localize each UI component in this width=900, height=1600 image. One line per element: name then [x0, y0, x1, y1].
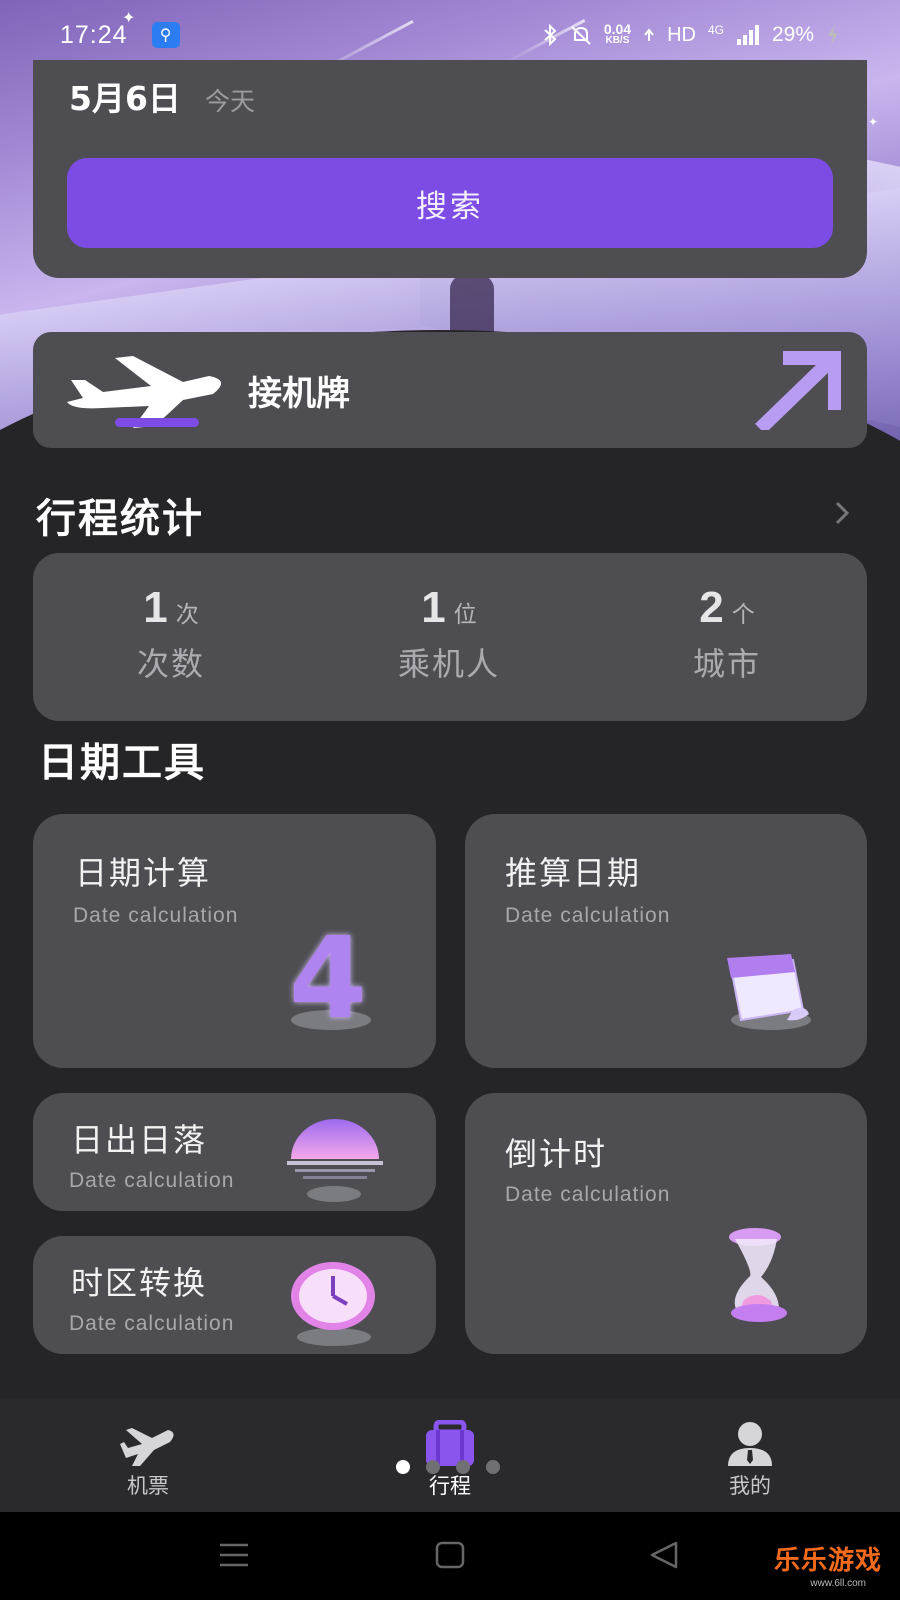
trip-stats-title: 行程统计 [36, 496, 204, 542]
stat-trips: 1次 次数 [71, 583, 271, 685]
date-search-card: 5月6日 今天 搜索 [33, 60, 867, 278]
number-four-icon: 4 [289, 914, 367, 1044]
watermark-url: www.6ll.com [810, 1578, 866, 1589]
nav-label: 机票 [127, 1474, 169, 1498]
tool-timezone-conversion[interactable]: 时区转换 Date calculation [33, 1236, 436, 1354]
status-bar: 17:24 ⚲ 0.04 KB/S HD 4G 29% [0, 0, 900, 70]
tool-estimate-date[interactable]: 推算日期 Date calculation [465, 814, 867, 1068]
stat-unit: 次 [175, 602, 199, 628]
stat-label: 乘机人 [397, 645, 500, 683]
nav-item-tickets[interactable]: 机票 [88, 1420, 208, 1500]
back-icon[interactable] [648, 1540, 680, 1570]
stat-value: 1 [143, 583, 168, 632]
page-dot [486, 1460, 500, 1474]
stat-value: 1 [421, 583, 446, 632]
date-row[interactable]: 5月6日 今天 [69, 72, 255, 120]
status-time: 17:24 [60, 20, 128, 49]
tool-title: 时区转换 [71, 1264, 208, 1302]
stat-label: 次数 [136, 645, 205, 683]
selected-date[interactable]: 5月6日 [69, 72, 181, 120]
tool-subtitle: Date calculation [73, 904, 239, 927]
tool-subtitle: Date calculation [69, 1312, 235, 1335]
nav-item-profile[interactable]: 我的 [690, 1420, 810, 1500]
network-type: HD [667, 23, 696, 46]
hourglass-icon [729, 1228, 787, 1322]
battery-level: 29% [771, 23, 814, 46]
clock-icon [291, 1262, 375, 1330]
tool-subtitle: Date calculation [505, 1183, 671, 1206]
stat-cities: 2个 城市 [627, 583, 827, 685]
user-icon [728, 1422, 772, 1466]
tool-countdown[interactable]: 倒计时 Date calculation [465, 1093, 867, 1354]
arrow-up-right-icon [755, 351, 841, 430]
stat-value: 2 [699, 583, 724, 632]
signal-type: 4G [707, 23, 724, 37]
page-indicator [396, 1460, 500, 1474]
airplane-icon [120, 1428, 174, 1466]
menu-icon[interactable] [218, 1540, 250, 1570]
tool-date-calculation[interactable]: 日期计算 Date calculation 4 [33, 814, 436, 1068]
nav-label: 行程 [429, 1474, 471, 1498]
pickup-accent-bar [115, 418, 199, 427]
tool-title: 日出日落 [71, 1121, 208, 1159]
tool-sunrise-sunset[interactable]: 日出日落 Date calculation [33, 1093, 436, 1211]
page-dot [426, 1460, 440, 1474]
stat-unit: 位 [453, 602, 477, 628]
usb-icon: ⚲ [151, 22, 180, 48]
page-dot-active [396, 1460, 410, 1474]
tool-title: 推算日期 [505, 854, 642, 892]
chevron-right-icon[interactable] [832, 498, 854, 528]
charging-icon [828, 25, 838, 45]
bluetooth-icon [544, 24, 557, 46]
watermark-logo: 乐乐游戏 [773, 1546, 882, 1576]
network-speed: 0.04 KB/S [603, 21, 632, 46]
tool-subtitle: Date calculation [505, 904, 671, 927]
tool-subtitle: Date calculation [69, 1169, 235, 1192]
stat-passengers: 1位 乘机人 [349, 583, 549, 685]
pickup-sign-card[interactable]: 接机牌 [33, 332, 867, 448]
tool-title: 倒计时 [505, 1135, 608, 1173]
mute-icon [571, 26, 591, 45]
stat-unit: 个 [731, 602, 755, 628]
stat-label: 城市 [692, 645, 761, 683]
pickup-sign-label: 接机牌 [248, 373, 350, 414]
trip-stats-card[interactable]: 1次 次数 1位 乘机人 2个 城市 [33, 553, 867, 721]
sunset-icon [287, 1119, 383, 1179]
signal-icon [736, 25, 759, 45]
tool-title: 日期计算 [75, 854, 212, 892]
calendar-icon [727, 954, 809, 1022]
system-nav-bar [0, 1512, 900, 1600]
bottom-nav: 机票 行程 我的 [0, 1398, 900, 1512]
home-icon[interactable] [434, 1540, 466, 1570]
page-dot [456, 1460, 470, 1474]
nav-label: 我的 [729, 1474, 771, 1498]
date-relative-label: 今天 [204, 87, 255, 116]
wifi-icon [644, 28, 654, 41]
search-button[interactable]: 搜索 [67, 158, 833, 248]
date-tools-title: 日期工具 [38, 740, 206, 786]
